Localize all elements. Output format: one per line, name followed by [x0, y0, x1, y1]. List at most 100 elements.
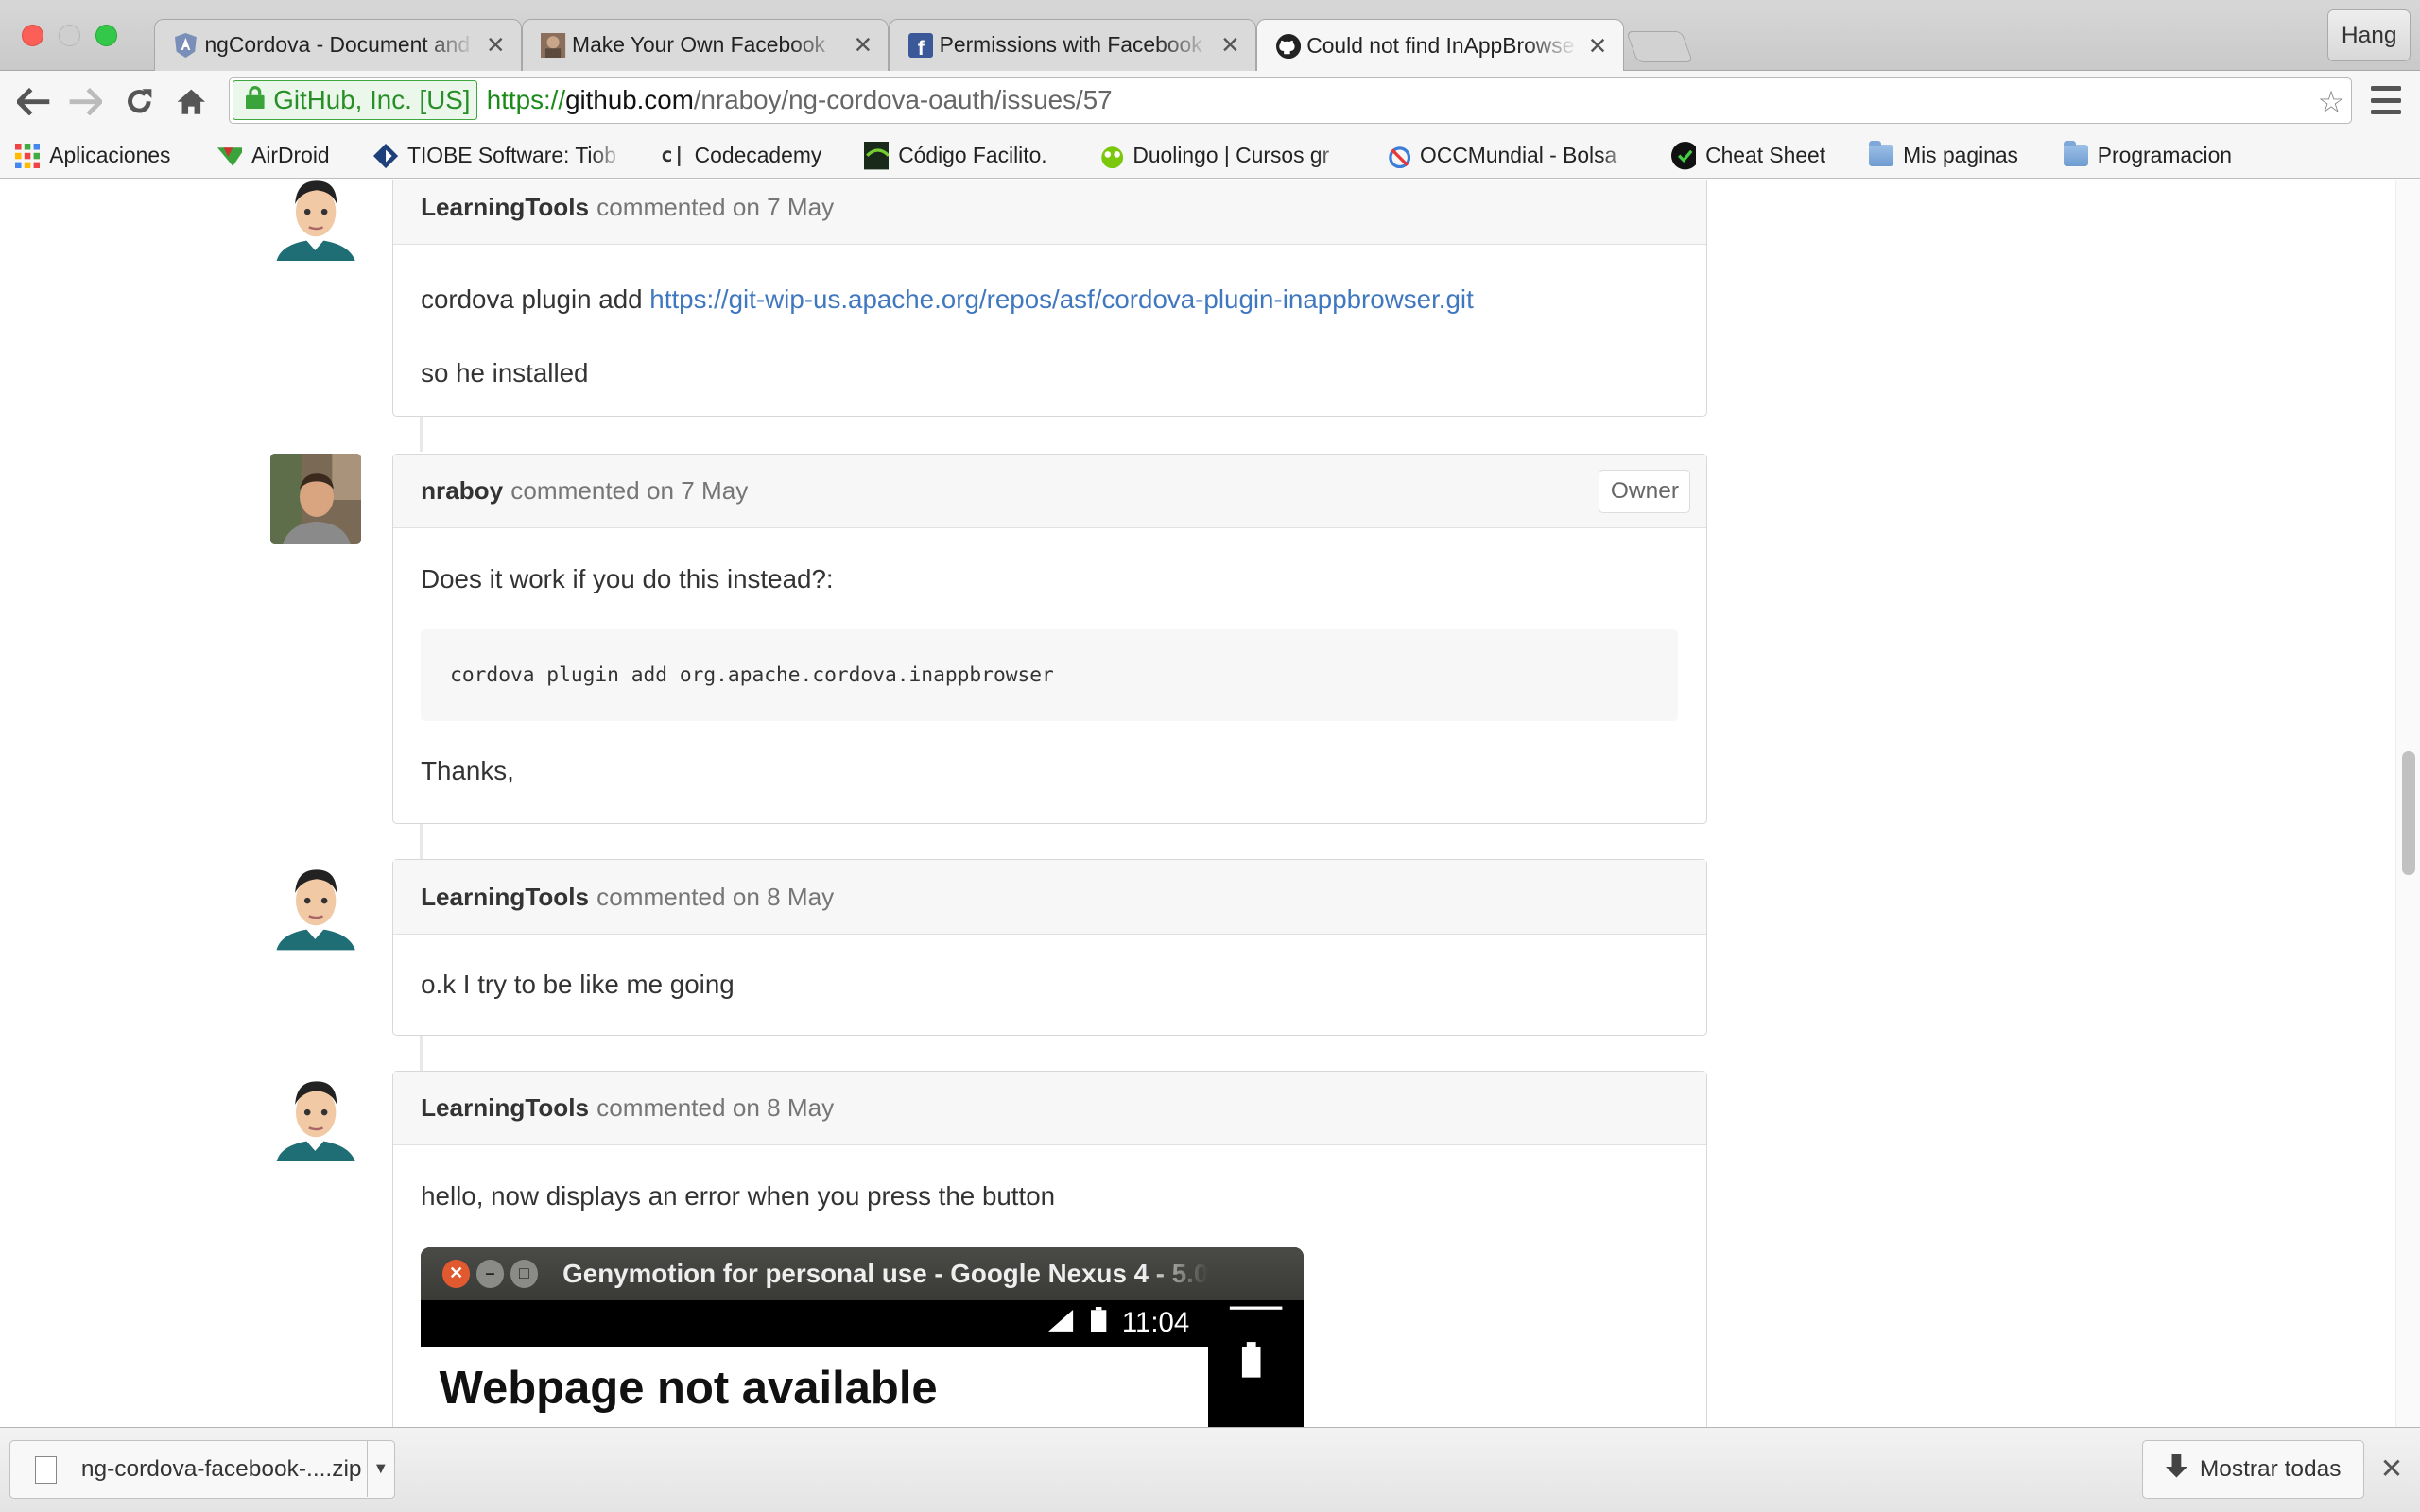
comment-header: LearningTools commented on 8 May	[392, 1072, 1706, 1146]
tab-make-your-own-facebook[interactable]: Make Your Own Facebook ✕	[521, 18, 890, 72]
comment-author[interactable]: LearningTools	[421, 1093, 589, 1123]
comment: LearningTools commented on 8 May hello, …	[391, 1071, 1707, 1428]
minimize-window-button[interactable]	[59, 25, 80, 46]
bookmark-label: TIOBE Software: Tiob	[407, 143, 616, 168]
photo-icon	[541, 32, 566, 58]
comment-text: cordova plugin add	[421, 284, 650, 315]
bookmark-label: Duolingo | Cursos gr	[1132, 143, 1330, 168]
avatar[interactable]	[269, 180, 362, 261]
comment-paragraph: cordova plugin add https://git-wip-us.ap…	[421, 284, 1678, 315]
forward-arrow-icon[interactable]	[66, 83, 103, 120]
comment-timestamp[interactable]: commented on 7 May	[596, 193, 834, 222]
facebook-icon: f	[908, 32, 934, 58]
bookmark-label: Código Facilito.	[898, 143, 1047, 168]
comment-paragraph: Thanks,	[421, 756, 514, 786]
show-all-downloads-button[interactable]: Mostrar todas	[2142, 1440, 2365, 1500]
new-tab-button[interactable]	[1625, 30, 1693, 62]
genymotion-screenshot[interactable]: ✕ – □ Genymotion for personal use - Goog…	[421, 1247, 1304, 1428]
close-window-button[interactable]	[21, 25, 43, 46]
download-arrow-icon	[2165, 1453, 2187, 1486]
duolingo-icon	[1098, 144, 1124, 168]
bookmark-tiobe[interactable]: TIOBE Software: Tiob	[373, 141, 623, 172]
code-block: cordova plugin add org.apache.cordova.in…	[421, 629, 1679, 721]
back-arrow-icon[interactable]	[15, 83, 52, 120]
vertical-scrollbar[interactable]	[2394, 180, 2420, 1428]
cheatsheet-icon	[1671, 142, 1697, 170]
close-tab-icon[interactable]: ✕	[854, 31, 873, 60]
lock-icon	[245, 85, 265, 115]
tab-could-not-find-inappbrowser[interactable]: Could not find InAppBrowse ✕	[1256, 18, 1624, 73]
tab-permissions-facebook[interactable]: f Permissions with Facebook ✕	[889, 18, 1256, 72]
close-icon: ✕	[441, 1260, 471, 1288]
toolbar: GitHub, Inc. [US] https://github.com/nra…	[0, 71, 2420, 133]
genymotion-sidebar	[1207, 1299, 1304, 1428]
file-icon	[34, 1455, 57, 1484]
avatar[interactable]	[269, 1071, 362, 1162]
comment-body: hello, now displays an error when you pr…	[393, 1181, 1706, 1211]
home-icon[interactable]	[173, 83, 210, 120]
close-tab-icon[interactable]: ✕	[1220, 31, 1240, 60]
bookmark-aplicaciones[interactable]: Aplicaciones	[15, 141, 170, 172]
folder-icon	[2063, 140, 2089, 168]
reload-icon[interactable]	[120, 83, 157, 120]
bookmark-programacion[interactable]: Programacion	[2063, 140, 2233, 172]
codecademy-icon: c|	[661, 144, 685, 168]
comment-header: LearningTools commented on 8 May	[392, 860, 1706, 935]
genymotion-title: Genymotion for personal use - Google Nex…	[562, 1258, 1209, 1288]
tab-title: Permissions with Facebook	[939, 32, 1202, 58]
tab-title: Could not find InAppBrowse	[1306, 33, 1575, 59]
comment: LearningTools commented on 8 May o.k I t…	[391, 859, 1707, 1036]
comment: LearningTools commented on 7 May cordova…	[391, 180, 1707, 417]
maximize-window-button[interactable]	[95, 25, 118, 46]
close-tab-icon[interactable]: ✕	[486, 31, 506, 60]
battery-icon	[1091, 1307, 1107, 1339]
inappbrowser-repo-link[interactable]: https://git-wip-us.apache.org/repos/asf/…	[649, 284, 1474, 314]
avatar[interactable]	[269, 454, 362, 545]
bookmark-label: AirDroid	[251, 143, 330, 168]
chrome-menu-icon[interactable]	[2370, 86, 2402, 114]
url-text[interactable]: https://github.com/nraboy/ng-cordova-oau…	[487, 85, 1113, 115]
bookmark-label: Cheat Sheet	[1705, 143, 1826, 168]
bookmark-mis-paginas[interactable]: Mis paginas	[1869, 140, 2018, 172]
page-content: LearningTools commented on 7 May cordova…	[0, 180, 2395, 1428]
comment-timestamp[interactable]: commented on 7 May	[510, 476, 748, 506]
comment-header: LearningTools commented on 7 May	[392, 180, 1706, 245]
comment-timestamp[interactable]: commented on 8 May	[596, 1093, 834, 1123]
close-icon[interactable]: ✕	[2380, 1452, 2404, 1486]
chevron-down-icon[interactable]: ▼	[366, 1441, 394, 1498]
bookmark-airdroid[interactable]: AirDroid	[217, 141, 330, 172]
bookmark-label: Programacion	[2097, 143, 2233, 168]
bookmark-cheat-sheet[interactable]: Cheat Sheet	[1671, 141, 1825, 172]
bookmark-star-icon[interactable]: ☆	[2317, 84, 2344, 120]
address-bar[interactable]: GitHub, Inc. [US] https://github.com/nra…	[228, 77, 2353, 124]
ev-certificate-badge[interactable]: GitHub, Inc. [US]	[232, 79, 477, 121]
occ-icon	[1386, 144, 1411, 168]
comment-timestamp[interactable]: commented on 8 May	[596, 883, 834, 912]
bookmark-duolingo[interactable]: Duolingo | Cursos gr	[1098, 141, 1348, 172]
comment-paragraph: hello, now displays an error when you pr…	[421, 1180, 1056, 1211]
comment-body: o.k I try to be like me going	[393, 970, 1706, 1000]
comment-paragraph: Does it work if you do this instead?:	[421, 563, 834, 593]
tab-title: Make Your Own Facebook	[572, 32, 825, 58]
timeline-connector	[420, 415, 424, 453]
avatar[interactable]	[269, 859, 362, 951]
tab-strip: ngCordova - Document and ✕ Make Your Own…	[0, 0, 2420, 73]
download-shelf: ng-cordova-facebook-....zip ▼ Mostrar to…	[0, 1427, 2420, 1512]
folder-icon	[1869, 140, 1894, 168]
scrollbar-thumb[interactable]	[2402, 751, 2415, 875]
bookmark-label: OCCMundial - Bolsa	[1420, 143, 1617, 168]
comment-body: Does it work if you do this instead?: co…	[393, 564, 1706, 786]
comment-author[interactable]: LearningTools	[421, 193, 589, 222]
comment-author[interactable]: LearningTools	[421, 883, 589, 912]
apps-grid-icon	[15, 143, 41, 168]
url-host: github.com	[565, 85, 694, 115]
profile-button[interactable]: Hang	[2327, 9, 2411, 62]
tab-ngcordova[interactable]: ngCordova - Document and ✕	[154, 18, 522, 72]
bookmark-occmundial[interactable]: OCCMundial - Bolsa	[1386, 141, 1633, 172]
bookmark-codecademy[interactable]: c| Codecademy	[661, 141, 821, 172]
download-item[interactable]: ng-cordova-facebook-....zip ▼	[9, 1440, 395, 1500]
bookmark-label: Aplicaciones	[49, 143, 171, 168]
close-tab-icon[interactable]: ✕	[1588, 32, 1608, 60]
comment-author[interactable]: nraboy	[421, 476, 503, 506]
bookmark-codigo-facilito[interactable]: Código Facilito.	[864, 141, 1047, 172]
